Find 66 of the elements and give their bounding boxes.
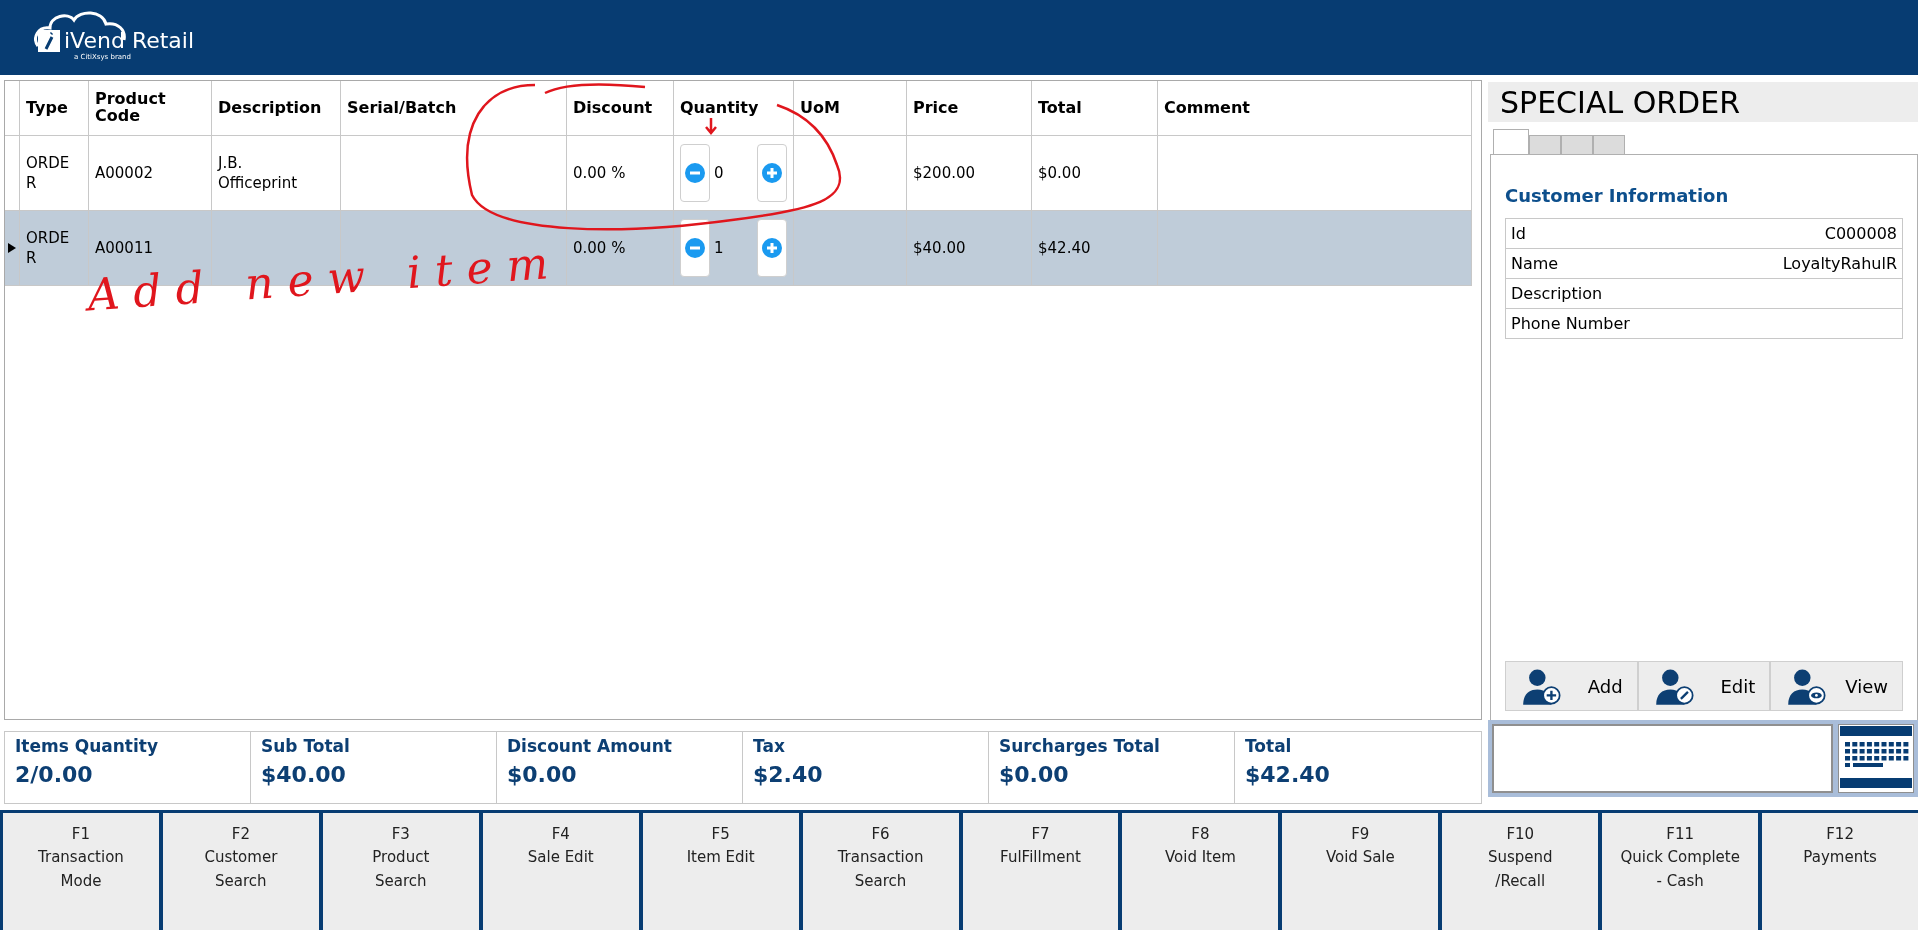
panel-tab[interactable] <box>1561 135 1593 154</box>
panel-tab[interactable] <box>1493 129 1529 154</box>
field-label: Name <box>1511 254 1559 273</box>
plus-icon <box>762 238 782 258</box>
panel-title: SPECIAL ORDER <box>1500 84 1740 120</box>
function-key[interactable]: F12 Payments <box>1762 813 1918 930</box>
quantity-value: 1 <box>713 237 725 259</box>
summary-label: Surcharges Total <box>999 736 1161 756</box>
panel-tab[interactable] <box>1529 135 1561 154</box>
table-cell: ORDE R <box>26 228 70 267</box>
panel-tab[interactable] <box>1593 135 1625 154</box>
summary-label: Total <box>1245 736 1293 756</box>
add-customer-button[interactable]: Add <box>1505 661 1638 711</box>
summary-label: Sub Total <box>261 736 351 756</box>
field-label: Phone Number <box>1511 314 1630 333</box>
minus-icon <box>685 163 705 183</box>
section-title: Customer Information <box>1505 185 1730 206</box>
table-cell: A00011 <box>95 238 153 257</box>
field-value: C000008 <box>1824 224 1897 243</box>
increase-button[interactable] <box>757 144 787 202</box>
function-key[interactable]: F2 Customer Search <box>162 813 319 930</box>
increase-button[interactable] <box>757 219 787 277</box>
summary-value: $40.00 <box>261 762 347 787</box>
function-key[interactable]: F11 Quick Complete - Cash <box>1602 813 1759 930</box>
row-selector[interactable] <box>5 210 20 286</box>
summary-value: $0.00 <box>507 762 578 787</box>
summary-label: Discount Amount <box>507 736 673 756</box>
table-cell: ORDE R <box>26 153 70 192</box>
function-key[interactable]: F9 Void Sale <box>1282 813 1439 930</box>
decrease-button[interactable] <box>680 144 710 202</box>
field-value: LoyaltyRahulR <box>1782 254 1897 273</box>
summary-value: $42.40 <box>1245 762 1331 787</box>
keyboard-button[interactable] <box>1838 724 1914 793</box>
function-key[interactable]: F1 Transaction Mode <box>3 813 159 930</box>
table-cell: $42.40 <box>1038 238 1091 257</box>
function-key[interactable]: F4 Sale Edit <box>482 813 639 930</box>
minus-icon <box>685 238 705 258</box>
input-field[interactable] <box>1492 724 1833 793</box>
table-cell: $40.00 <box>913 238 966 257</box>
table-cell: A00002 <box>95 163 153 182</box>
table-cell: 0.00 % <box>573 238 626 257</box>
view-customer-button[interactable]: View <box>1770 661 1903 711</box>
decrease-button[interactable] <box>680 219 710 277</box>
summary-value: $0.00 <box>999 762 1070 787</box>
field-label: Description <box>1511 284 1603 303</box>
table-cell: 0.00 % <box>573 163 626 182</box>
edit-customer-button[interactable]: Edit <box>1637 661 1771 711</box>
function-key[interactable]: F3 Product Search <box>322 813 479 930</box>
function-key[interactable]: F7 FulFillment <box>962 813 1119 930</box>
quantity-value: 0 <box>713 162 725 184</box>
summary-value: 2/0.00 <box>15 762 94 787</box>
logo-mark-icon <box>38 29 60 52</box>
table-cell: $200.00 <box>913 163 976 182</box>
summary-label: Tax <box>753 736 786 756</box>
summary-value: $2.40 <box>753 762 824 787</box>
ink-arrow <box>704 116 718 135</box>
plus-icon <box>762 163 782 183</box>
function-key[interactable]: F8 Void Item <box>1122 813 1279 930</box>
summary-label: Items Quantity <box>15 736 160 756</box>
function-key[interactable]: F5 Item Edit <box>642 813 799 930</box>
field-label: Id <box>1511 224 1526 243</box>
row-pointer-icon <box>8 243 16 253</box>
function-key[interactable]: F6 Transaction Search <box>802 813 959 930</box>
table-cell: J.B. Officeprint <box>218 153 298 192</box>
table-cell: $0.00 <box>1038 163 1081 182</box>
function-key[interactable]: F10 Suspend /Recall <box>1442 813 1599 930</box>
